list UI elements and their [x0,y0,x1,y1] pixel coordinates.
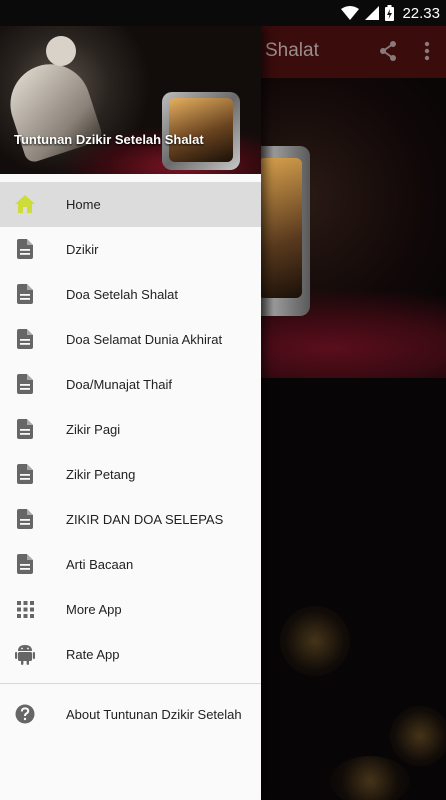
drawer-item-label: Zikir Petang [66,467,136,482]
android-icon [14,643,36,665]
drawer-item-label: Arti Bacaan [66,557,134,572]
apps-grid-icon [14,598,36,620]
drawer-item-label: More App [66,602,122,617]
more-vert-icon[interactable] [424,40,430,66]
drawer-item-label: About Tuntunan Dzikir Setelah [66,707,242,722]
bokeh-light [390,706,446,766]
drawer-item-about[interactable]: About Tuntunan Dzikir Setelah [0,692,261,737]
document-icon [14,283,36,305]
drawer-item-zikir-petang[interactable]: Zikir Petang [0,452,261,497]
wifi-icon [341,6,360,20]
header-photo [0,53,104,165]
toolbar-title: Shalat [265,40,319,61]
status-time: 22.33 [402,4,440,22]
home-icon [14,193,36,215]
drawer-item-doa-setelah-shalat[interactable]: Doa Setelah Shalat [0,272,261,317]
drawer-header: Tuntunan Dzikir Setelah Shalat [0,26,261,174]
drawer-item-label: Zikir Pagi [66,422,121,437]
drawer-header-title: Tuntunan Dzikir Setelah Shalat [14,132,204,147]
drawer-item-label: Doa/Munajat Thaif [66,377,172,392]
drawer-item-rate-app[interactable]: Rate App [0,632,261,677]
document-icon [14,463,36,485]
status-bar: 22.33 [0,0,446,26]
drawer-item-more-app[interactable]: More App [0,587,261,632]
header-logo-image [169,98,233,162]
menu-divider [0,683,261,684]
share-icon[interactable] [378,40,398,66]
document-icon [14,373,36,395]
drawer-item-arti-bacaan[interactable]: Arti Bacaan [0,542,261,587]
drawer-item-label: Doa Setelah Shalat [66,287,179,302]
signal-icon [365,6,380,20]
navigation-drawer: Tuntunan Dzikir Setelah Shalat Home Dziki… [0,26,261,800]
document-icon [14,328,36,350]
drawer-item-label: ZIKIR DAN DOA SELEPAS [66,512,224,527]
document-icon [14,418,36,440]
header-photo-head [46,36,76,66]
drawer-item-label: Dzikir [66,242,99,257]
drawer-item-dzikir[interactable]: Dzikir [0,227,261,272]
drawer-item-label: Doa Selamat Dunia Akhirat [66,332,223,347]
drawer-item-label: Home [66,197,101,212]
app-logo-image [258,158,302,298]
help-circle-icon [14,703,36,725]
document-icon [14,553,36,575]
drawer-item-zikir-dan-doa-selepas[interactable]: ZIKIR DAN DOA SELEPAS [0,497,261,542]
drawer-item-doa-selamat-dunia-akhirat[interactable]: Doa Selamat Dunia Akhirat [0,317,261,362]
drawer-item-zikir-pagi[interactable]: Zikir Pagi [0,407,261,452]
bokeh-light [280,606,350,676]
document-icon [14,238,36,260]
document-icon [14,508,36,530]
battery-charging-icon [385,5,395,21]
drawer-item-label: Rate App [66,647,120,662]
drawer-item-doa-munajat-thaif[interactable]: Doa/Munajat Thaif [0,362,261,407]
drawer-menu: Home Dzikir Doa Setelah Shalat Doa Selamat … [0,182,261,677]
bokeh-light [330,756,410,800]
drawer-item-home[interactable]: Home [0,182,261,227]
